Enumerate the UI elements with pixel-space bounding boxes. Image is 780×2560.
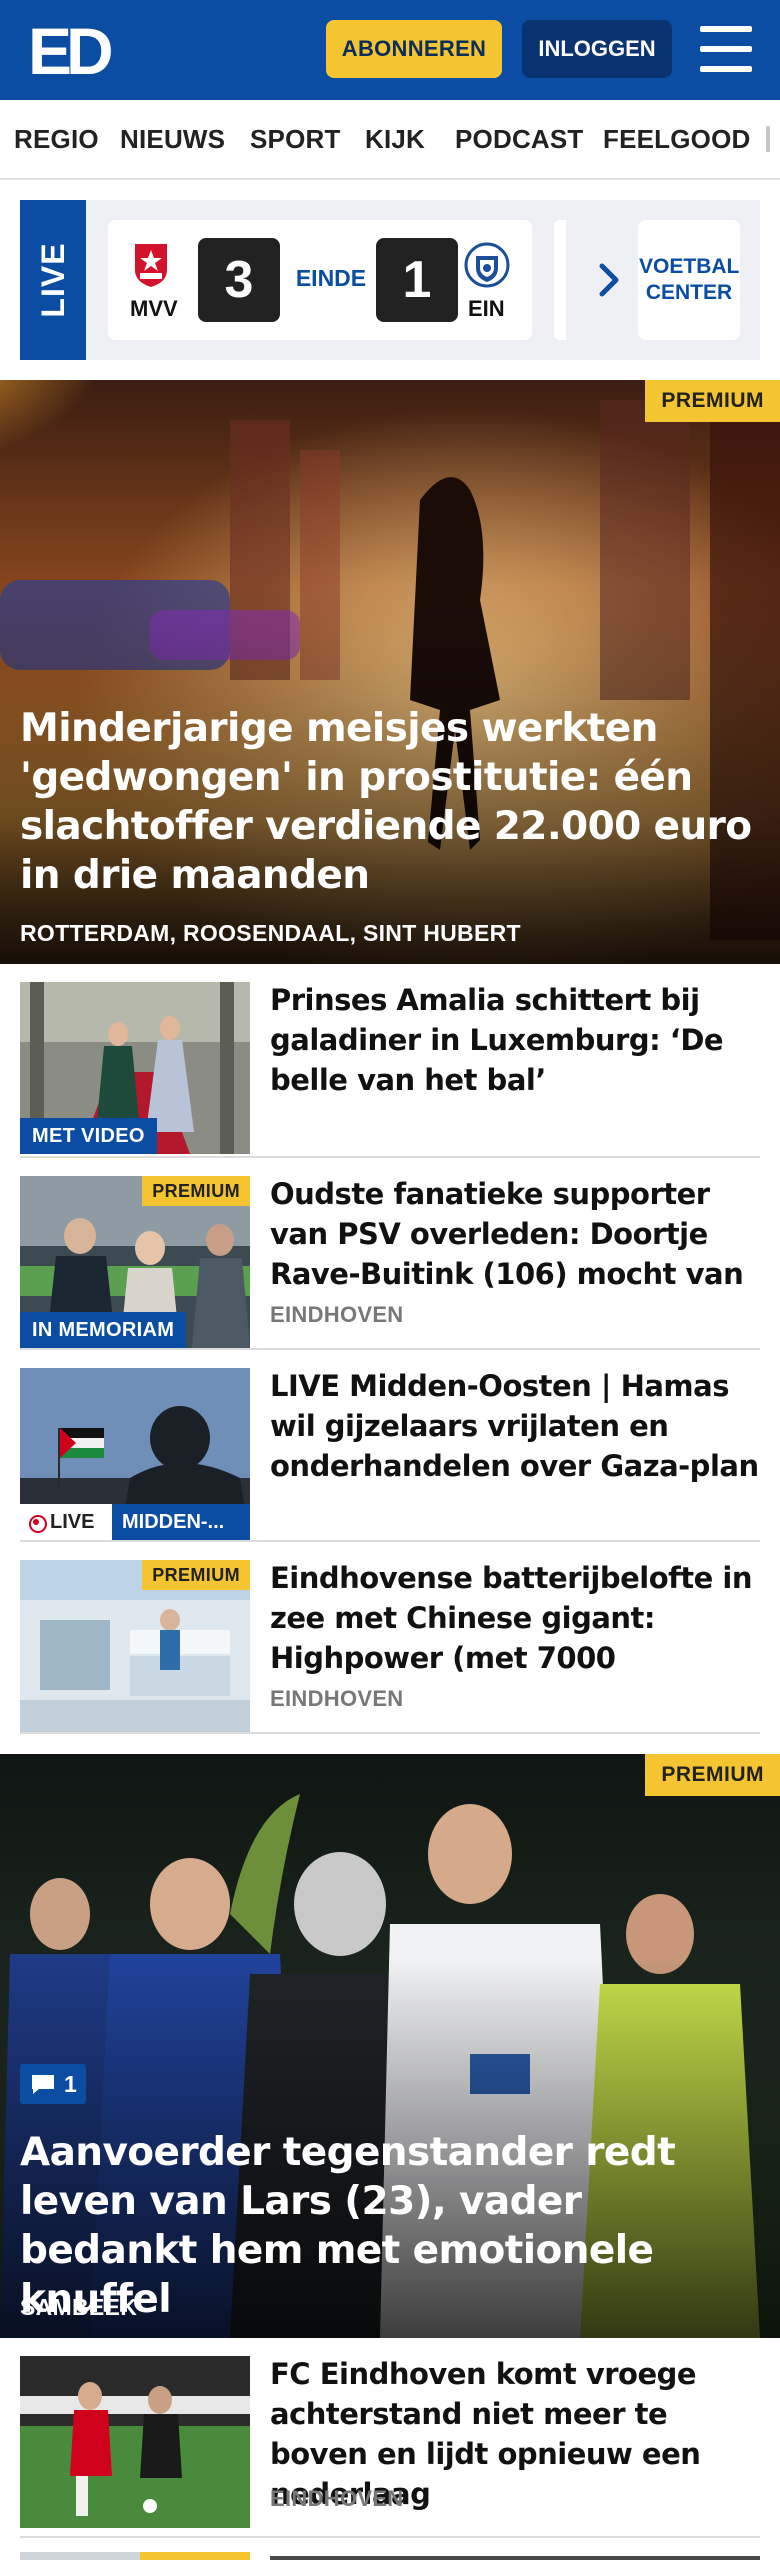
next-match-card[interactable]	[554, 220, 566, 340]
premium-badge: PREMIUM	[645, 380, 780, 422]
video-tag: MET VIDEO	[20, 1118, 157, 1154]
article-thumbnail	[20, 2356, 250, 2528]
article-headline-partial[interactable]	[270, 2556, 760, 2560]
article-location: EINDHOVEN	[270, 1686, 404, 1711]
nav-overflow-indicator	[766, 126, 770, 152]
chevron-right-icon[interactable]	[590, 260, 630, 300]
hero-location: SAMBEEK	[20, 2294, 138, 2320]
subscribe-button[interactable]: ABONNEREN	[326, 20, 502, 78]
nav-item-regio[interactable]: REGIO	[14, 124, 99, 155]
premium-badge: PREMIUM	[645, 1754, 780, 1796]
article-row[interactable]: PREMIUM Eindhovense batterijbelofte in z…	[20, 1542, 760, 1734]
hero-headline[interactable]: Minderjarige meisjes werkten 'gedwongen'…	[20, 704, 760, 900]
away-team-name: EIN	[468, 296, 505, 321]
nav-item-podcast[interactable]: PODCAST	[455, 124, 584, 155]
article-thumbnail: PREMIUM IN MEMORIAM	[20, 1176, 250, 1348]
hamburger-menu-icon[interactable]	[700, 26, 752, 72]
article-headline[interactable]: Oudste fanatieke supporter van PSV overl…	[270, 1174, 760, 1294]
premium-badge: PREMIUM	[140, 2552, 250, 2560]
premium-badge: PREMIUM	[142, 1560, 250, 1590]
article-row[interactable]: PREMIUM IN MEMORIAM Oudste fanatieke sup…	[20, 1158, 760, 1350]
match-card[interactable]: MVV 3 EINDE 1 EIN	[108, 220, 532, 340]
article-headline[interactable]: Eindhovense batterijbelofte in zee met C…	[270, 1558, 760, 1678]
fc-eindhoven-crest-icon	[464, 242, 510, 288]
ed-logo[interactable]: ED	[28, 20, 118, 80]
article-row[interactable]: MET VIDEO Prinses Amalia schittert bij g…	[20, 964, 760, 1158]
svg-text:ED: ED	[28, 20, 111, 80]
hero-article[interactable]: PREMIUM 1 Aanvoerder tegenstander redt l…	[0, 1754, 780, 2338]
article-location: EINDHOVEN	[270, 1302, 404, 1327]
football-center-button[interactable]: VOETBAL CENTER	[638, 220, 740, 340]
live-badge: LIVE	[20, 200, 86, 360]
article-row-partial[interactable]: PREMIUM	[20, 2546, 760, 2560]
article-thumbnail: LIVE MIDDEN-...	[20, 1368, 250, 1540]
premium-badge: PREMIUM	[142, 1176, 250, 1206]
nav-item-sport[interactable]: SPORT	[250, 124, 341, 155]
hero-article[interactable]: PREMIUM Minderjarige meisjes werkten 'ge…	[0, 380, 780, 964]
article-location: EINDHOVEN	[270, 2486, 404, 2511]
article-headline[interactable]: Prinses Amalia schittert bij galadiner i…	[270, 980, 760, 1100]
login-button[interactable]: INLOGGEN	[522, 20, 672, 78]
memoriam-tag: IN MEMORIAM	[20, 1312, 187, 1348]
nav-item-kijk[interactable]: KIJK	[365, 124, 425, 155]
site-header: ED ABONNEREN INLOGGEN	[0, 0, 780, 100]
hero-location: ROTTERDAM, ROOSENDAAL, SINT HUBERT	[20, 920, 521, 946]
article-row[interactable]: LIVE MIDDEN-... LIVE Midden-Oosten | Ham…	[20, 1350, 760, 1542]
article-thumbnail: MET VIDEO	[20, 982, 250, 1154]
nav-item-feelgood[interactable]: FEELGOOD	[603, 124, 751, 155]
home-score: 3	[198, 238, 280, 322]
article-row[interactable]: FC Eindhoven komt vroege achterstand nie…	[20, 2338, 760, 2538]
live-scores-strip: LIVE MVV 3 EINDE 1 EIN VOETBAL CENTER	[20, 200, 760, 360]
comment-icon	[32, 2075, 54, 2094]
match-status: EINDE	[295, 265, 367, 291]
nav-item-nieuws[interactable]: NIEUWS	[120, 124, 225, 155]
article-thumbnail: PREMIUM	[20, 1560, 250, 1732]
away-score: 1	[376, 238, 458, 322]
topic-tag: MIDDEN-...	[112, 1504, 250, 1540]
mvv-crest-icon	[135, 244, 167, 287]
article-headline[interactable]: LIVE Midden-Oosten | Hamas wil gijzelaar…	[270, 1366, 760, 1486]
comment-count-badge[interactable]: 1	[20, 2064, 86, 2104]
section-nav: REGIO NIEUWS SPORT KIJK PODCAST FEELGOOD	[0, 100, 780, 180]
home-team-name: MVV	[130, 296, 178, 321]
thumb-photo-football	[20, 2356, 250, 2528]
live-tag: LIVE	[20, 1504, 112, 1540]
